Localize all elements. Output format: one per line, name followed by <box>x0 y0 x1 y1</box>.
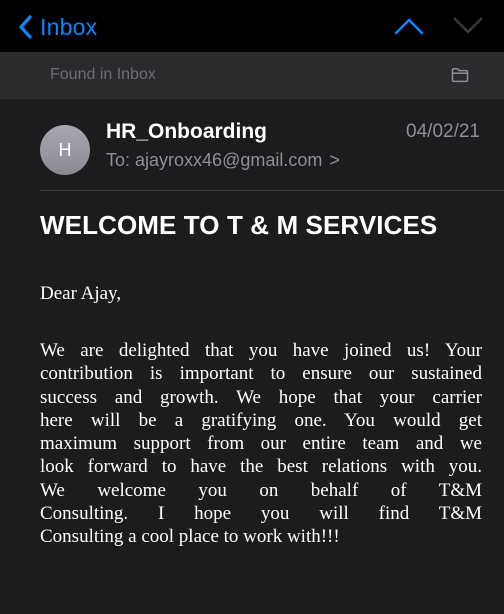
message-date: 04/02/21 <box>406 121 480 142</box>
header-divider <box>40 190 504 191</box>
body-line: Consulting. I hope you will find T&M <box>40 503 482 525</box>
message-greeting: Dear Ajay, <box>40 283 122 304</box>
body-line: maximum support from our entire team and… <box>40 433 482 455</box>
found-in-inbox-banner: Found in Inbox <box>0 52 504 99</box>
body-line: contribution is important to ensure our … <box>40 363 482 385</box>
body-line: success and growth. We hope that your ca… <box>40 386 482 408</box>
avatar-initial: H <box>58 139 72 160</box>
chevron-left-icon <box>19 15 32 39</box>
avatar: H <box>40 125 90 175</box>
chevron-right-icon: > <box>329 150 340 170</box>
sender-name[interactable]: HR_Onboarding <box>106 120 267 144</box>
message-subject: WELCOME TO T & M SERVICES <box>40 210 438 240</box>
folder-icon[interactable] <box>451 67 469 83</box>
chevron-up-icon[interactable] <box>393 14 425 38</box>
body-line: We welcome you on behalf of T&M <box>40 479 482 501</box>
back-button-label: Inbox <box>40 13 98 40</box>
recipient-line[interactable]: To: ajayroxx46@gmail.com > <box>106 150 340 171</box>
message-body: We are delighted that you have joined us… <box>40 339 482 549</box>
navigation-bar: Inbox <box>0 0 504 52</box>
recipient-address: ajayroxx46@gmail.com <box>135 150 323 170</box>
to-label: To: <box>106 150 131 170</box>
chevron-down-icon[interactable] <box>452 14 484 38</box>
body-line: look forward to have the best relations … <box>40 456 482 478</box>
back-to-inbox-button[interactable]: Inbox <box>18 12 97 42</box>
found-in-inbox-label: Found in Inbox <box>50 66 156 83</box>
body-line: Consulting a cool place to work with!!! <box>40 526 340 548</box>
body-line: We are delighted that you have joined us… <box>40 340 482 361</box>
body-line: here will be a gratifying one. You would… <box>40 409 482 431</box>
